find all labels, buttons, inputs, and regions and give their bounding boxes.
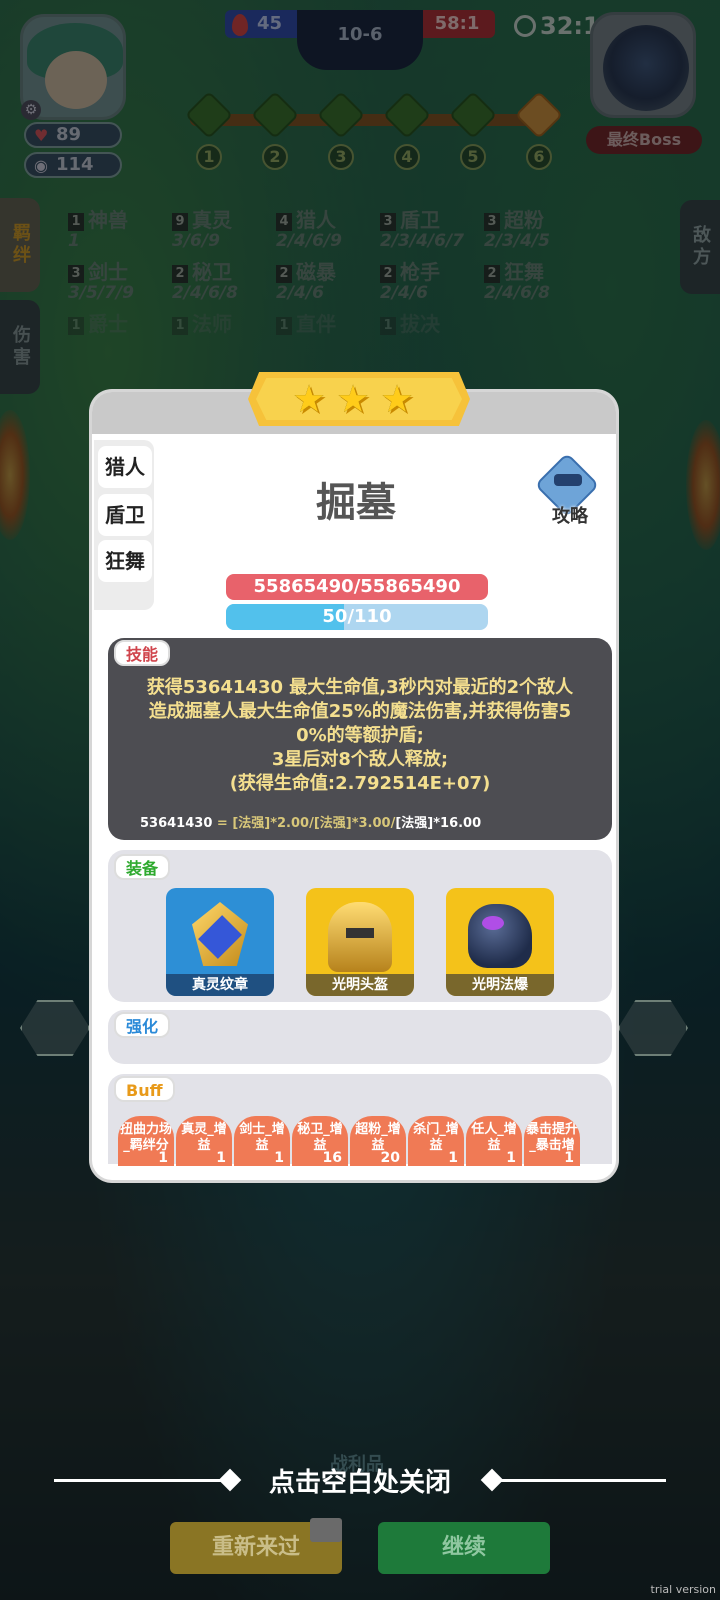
hp-bar: 55865490/55865490 (226, 574, 488, 600)
skill-line: 造成掘墓人最大生命值25%的魔法伤害,并获得伤害5 (148, 701, 572, 722)
buff-item[interactable]: 暴击提升_暴击增 1 (524, 1116, 580, 1166)
buff-item[interactable]: 扭曲力场_羁绊分 1 (118, 1116, 174, 1166)
enhance-section (108, 1010, 612, 1064)
buff-item[interactable]: 剑士_增益 1 (234, 1116, 290, 1166)
equip-label: 装备 (114, 854, 171, 880)
skill-line: 0%的等额护盾; (296, 725, 424, 746)
buff-name: 超粉_增益 (355, 1122, 401, 1153)
buff-item[interactable]: 超粉_增益 20 (350, 1116, 406, 1166)
buff-count: 1 (158, 1150, 168, 1166)
equipment-name: 光明头盔 (306, 974, 414, 996)
cap-top (554, 474, 582, 486)
buff-name: 真灵_增益 (181, 1122, 227, 1153)
continue-button[interactable]: 继续 (378, 1522, 550, 1574)
skill-line: 获得53641430 最大生命值,3秒内对最近的2个敌人 (146, 677, 574, 698)
buff-item[interactable]: 任人_增益 1 (466, 1116, 522, 1166)
hero-tag[interactable]: 狂舞 (98, 540, 152, 582)
hero-tag[interactable]: 盾卫 (98, 494, 152, 536)
close-hint[interactable]: 点击空白处关闭 (240, 1462, 480, 1499)
skill-formula: 53641430 = [法强]*2.00/[法强]*3.00/[法强]*16.0… (140, 816, 482, 831)
guide-label: 攻略 (552, 506, 588, 527)
equipment-name: 光明法爆 (446, 974, 554, 996)
buff-item[interactable]: 杀门_增益 1 (408, 1116, 464, 1166)
buff-name: 杀门_增益 (413, 1122, 459, 1153)
skill-description: 获得53641430 最大生命值,3秒内对最近的2个敌人 造成掘墓人最大生命值2… (134, 676, 586, 796)
hp-text: 55865490/55865490 (253, 576, 461, 597)
mana-bar: 50/110 (226, 604, 488, 630)
equipment-name: 真灵纹章 (166, 974, 274, 996)
guide-button[interactable]: 攻略 (534, 452, 604, 527)
buff-name: 秘卫_增益 (297, 1122, 343, 1153)
skill-label: 技能 (114, 640, 171, 666)
buff-count: 20 (380, 1150, 400, 1166)
buff-item[interactable]: 真灵_增益 1 (176, 1116, 232, 1166)
purple-gem (482, 916, 504, 930)
video-icon (310, 1518, 342, 1542)
trial-watermark: trial version (650, 1583, 716, 1596)
buff-count: 16 (322, 1150, 342, 1166)
star-icon: ★ (336, 377, 371, 421)
visor (346, 928, 374, 938)
divider-left (54, 1479, 226, 1482)
buff-name: 剑士_增益 (239, 1122, 285, 1153)
equipment-slot[interactable]: 光明法爆 (446, 888, 554, 996)
mana-text: 50/110 (322, 606, 392, 627)
buff-name: 任人_增益 (471, 1122, 517, 1153)
buff-name: 暴击提升_暴击增 (525, 1122, 578, 1153)
buff-count: 1 (448, 1150, 458, 1166)
equipment-slot[interactable]: 光明头盔 (306, 888, 414, 996)
dark-helm-icon (468, 904, 532, 968)
divider-right (496, 1479, 666, 1482)
buff-label: Buff (114, 1076, 175, 1102)
buff-item[interactable]: 秘卫_增益 16 (292, 1116, 348, 1166)
buff-count: 1 (216, 1150, 226, 1166)
buff-count: 1 (274, 1150, 284, 1166)
equipment-slot[interactable]: 真灵纹章 (166, 888, 274, 996)
buff-count: 1 (506, 1150, 516, 1166)
hero-tag[interactable]: 猎人 (98, 446, 152, 488)
buff-name: 扭曲力场_羁绊分 (119, 1122, 172, 1153)
enhance-label: 强化 (114, 1012, 171, 1038)
buff-count: 1 (564, 1150, 574, 1166)
skill-line: 3星后对8个敌人释放; (271, 749, 449, 770)
hero-name: 掘墓 (316, 480, 396, 526)
star-icon: ★ (380, 377, 415, 421)
skill-line: (获得生命值:2.792514E+07) (229, 773, 491, 794)
star-icon: ★ (292, 377, 327, 421)
hero-tag-list: 猎人 盾卫 狂舞 (94, 440, 154, 610)
